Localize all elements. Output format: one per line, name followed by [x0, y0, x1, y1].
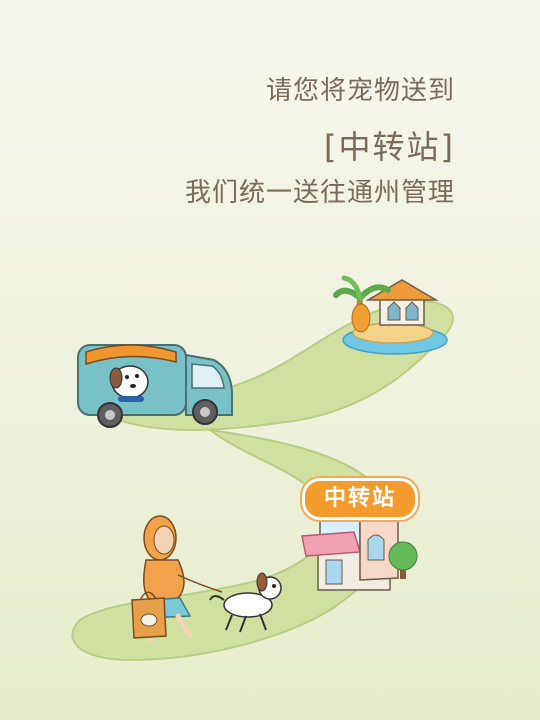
- transfer-station-badge: 中转站: [302, 478, 418, 520]
- bag-icon: [131, 591, 167, 639]
- van-icon: [77, 344, 233, 428]
- illustration-scene: [71, 275, 454, 662]
